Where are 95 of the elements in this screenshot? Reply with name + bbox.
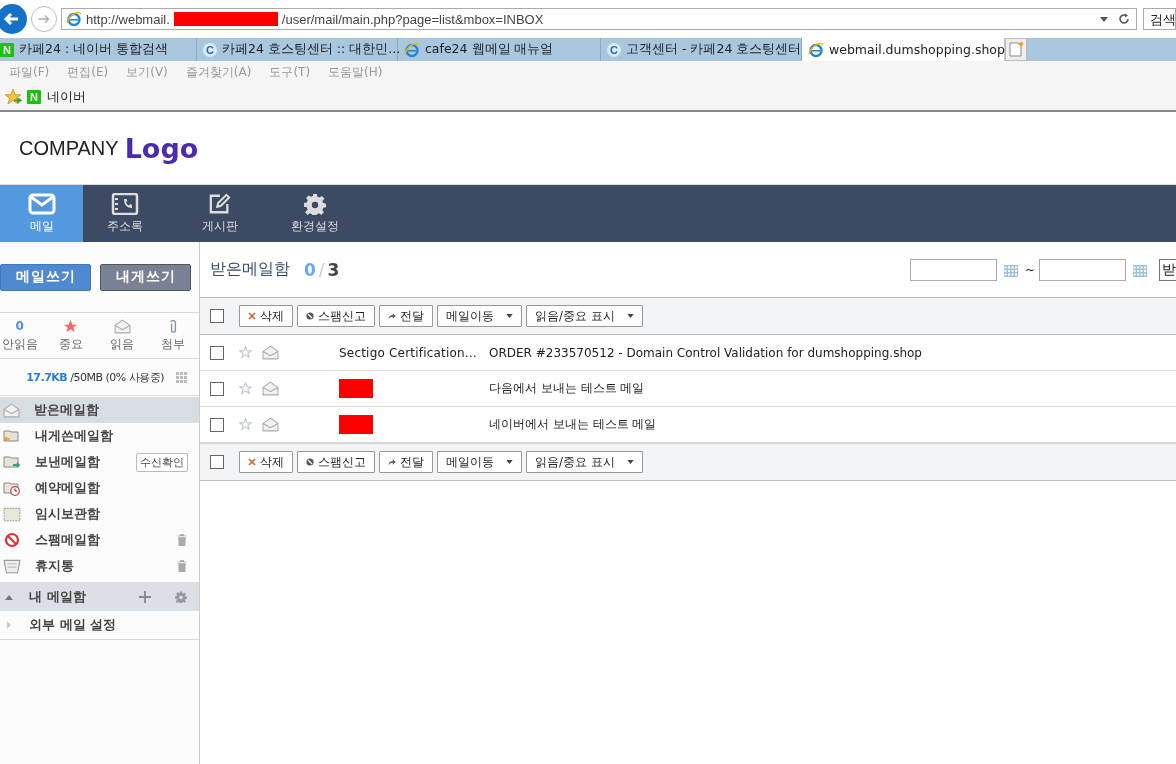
folder-icon	[3, 506, 21, 522]
nav-tab[interactable]: 게시판	[178, 185, 261, 242]
envelope-icon	[262, 417, 279, 432]
dropdown-button[interactable]: 메일이동	[437, 451, 522, 473]
folder-arrow-icon	[3, 454, 21, 470]
dropdown-button[interactable]: 읽음/중요 표시	[526, 451, 643, 473]
star-icon[interactable]	[239, 382, 252, 395]
block-icon	[306, 312, 314, 320]
address-field[interactable]: http://webmail. /user/mail/main.php?page=list&mbox=INBOX	[61, 8, 1137, 30]
folder-item[interactable]: 예약메일함	[0, 475, 199, 501]
sender-name: Sectigo Certification…	[339, 345, 478, 360]
envelope-icon	[27, 193, 56, 215]
back-button[interactable]	[0, 4, 27, 34]
toolbar-button[interactable]: 전달	[379, 305, 433, 327]
trash-icon[interactable]	[177, 534, 187, 546]
range-separator: ~	[1024, 262, 1035, 277]
mail-subject[interactable]: ORDER #233570512 - Domain Control Validation for dumshopping.shop	[489, 345, 922, 360]
calendar-icon[interactable]	[1003, 262, 1018, 277]
folder-item[interactable]: 내게쓴메일함	[0, 423, 199, 449]
grid-icon[interactable]	[176, 371, 187, 383]
dropdown-button[interactable]: 메일이동	[437, 305, 522, 327]
envelope-icon	[262, 381, 279, 396]
forward-icon	[388, 458, 396, 466]
row-checkbox[interactable]	[210, 417, 224, 432]
mailbox-title: 받은메일함	[210, 259, 290, 280]
toolbar-button[interactable]: 삭제	[239, 451, 293, 473]
ie-icon	[404, 41, 420, 58]
select-all-checkbox[interactable]	[210, 309, 224, 323]
favorites-star-icon[interactable]	[4, 88, 22, 106]
mail-subject[interactable]: 다음에서 보내는 테스트 메일	[489, 380, 645, 397]
section-header[interactable]: 내 메일함	[0, 582, 199, 611]
filter-button[interactable]: 읽음	[96, 313, 148, 358]
favorite-link[interactable]: N 네이버	[27, 88, 86, 106]
toolbar-button[interactable]: 스팸신고	[297, 451, 375, 473]
envelope-icon	[262, 345, 279, 360]
address-book-icon	[110, 193, 139, 215]
trash-icon[interactable]	[177, 560, 187, 572]
row-checkbox[interactable]	[210, 381, 224, 396]
mail-subject[interactable]: 네이버에서 보내는 테스트 메일	[489, 416, 657, 433]
block-icon	[306, 458, 314, 466]
refresh-icon[interactable]	[1118, 13, 1130, 25]
calendar-icon[interactable]	[1133, 262, 1147, 277]
logo-text: Logo	[124, 132, 199, 164]
folder-item[interactable]: 보낸메일함 수신확인	[0, 449, 199, 475]
toolbar-button[interactable]: 스팸신고	[297, 305, 375, 327]
browser-tab[interactable]: webmail.dumshopping.shop	[802, 38, 1005, 61]
dropdown-button[interactable]: 읽음/중요 표시	[526, 305, 643, 327]
star-icon[interactable]	[239, 346, 252, 359]
compose-button[interactable]: 내게쓰기	[100, 263, 191, 291]
toolbar-button[interactable]: 삭제	[239, 305, 293, 327]
ie-icon	[66, 11, 82, 27]
toolbar-button[interactable]: 전달	[379, 451, 433, 473]
settings-icon[interactable]	[175, 590, 187, 603]
plus-icon[interactable]	[139, 590, 151, 603]
mailbox-select[interactable]: 받	[1159, 258, 1176, 281]
folder-item[interactable]: 받은메일함	[0, 397, 199, 423]
new-page-icon	[1009, 41, 1023, 57]
select-all-checkbox[interactable]	[210, 455, 224, 469]
new-tab-button[interactable]	[1005, 38, 1027, 61]
triangle-right-icon	[5, 621, 13, 629]
star-icon[interactable]	[239, 418, 252, 431]
filter-button[interactable]: 첨부	[147, 313, 199, 358]
compose-button[interactable]: 메일쓰기	[0, 263, 91, 291]
date-field[interactable]	[1039, 258, 1126, 281]
forward-icon	[388, 312, 396, 320]
folder-arrow-icon	[3, 428, 21, 444]
envelope-icon	[3, 402, 20, 418]
date-field[interactable]	[909, 258, 997, 281]
nav-tab[interactable]: 환경설정	[273, 185, 356, 242]
storage-usage: 17.7KB /50MB (0% 사용중)	[26, 369, 164, 385]
company-logo-text: COMPANY	[19, 136, 119, 160]
nav-tab[interactable]: 주소록	[83, 185, 166, 242]
filter-button[interactable]: 중요	[45, 313, 97, 358]
letter-logo: C	[203, 42, 217, 57]
prohibited-icon	[3, 532, 21, 548]
basket-icon	[3, 558, 21, 574]
letter-logo: N	[27, 90, 41, 104]
folder-item[interactable]: 임시보관함	[0, 501, 199, 527]
star-icon	[63, 319, 79, 334]
tree-item[interactable]: 외부 메일 설정	[0, 611, 199, 640]
envelope-icon	[113, 319, 131, 334]
filter-button[interactable]: 0 안읽음	[0, 313, 46, 358]
close-icon	[248, 458, 256, 466]
ie-icon	[808, 41, 824, 58]
close-icon	[248, 312, 256, 320]
caret-icon[interactable]	[1100, 16, 1108, 22]
folder-item[interactable]: 스팸메일함	[0, 527, 199, 553]
mail-count: 0 / 3	[304, 259, 340, 280]
row-checkbox[interactable]	[210, 345, 224, 360]
letter-logo: C	[607, 42, 621, 57]
search-field[interactable]: 검색	[1143, 8, 1176, 30]
folder-item[interactable]: 휴지통	[0, 553, 199, 579]
folder-clock-icon	[3, 480, 21, 496]
letter-logo: N	[0, 42, 14, 57]
read-receipt-button[interactable]: 수신확인	[136, 452, 188, 472]
